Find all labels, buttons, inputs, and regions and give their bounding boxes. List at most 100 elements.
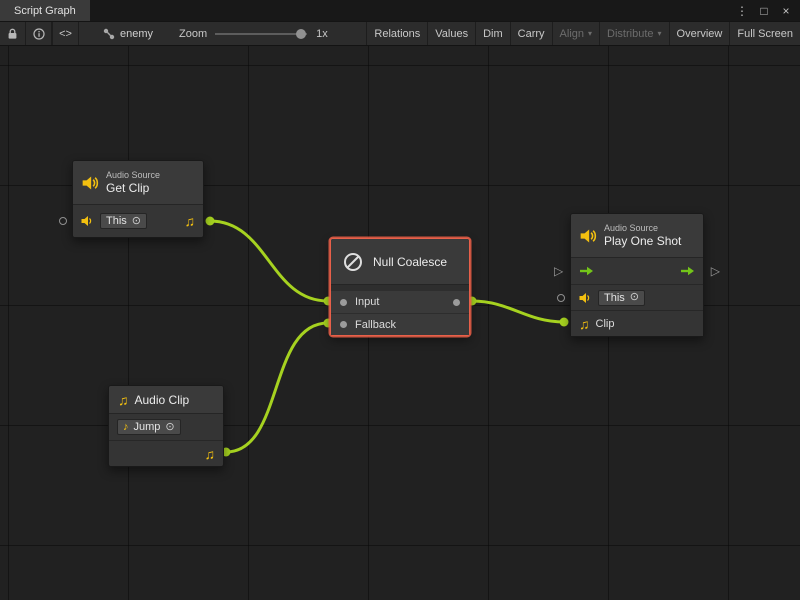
kebab-menu-icon[interactable]: ⋮ xyxy=(736,5,748,17)
toolbar-button-group: Relations Values Dim Carry Align ▾ Distr… xyxy=(366,22,800,45)
wire-endpoint xyxy=(560,318,569,327)
input-port-row: Input xyxy=(331,291,469,313)
distribute-label: Distribute xyxy=(607,28,653,40)
node-header: Audio Source Play One Shot xyxy=(571,214,703,258)
this-value: This xyxy=(604,292,625,304)
info-icon xyxy=(33,28,45,40)
graph-toolbar: <> enemy Zoom 1x Relations Values Dim Ca… xyxy=(0,21,800,46)
this-value: This xyxy=(106,215,127,227)
audio-source-icon xyxy=(580,228,597,244)
target-picker-icon[interactable]: ⊙ xyxy=(165,422,174,433)
audio-clip-icon: ♫ xyxy=(118,393,129,407)
relations-label: Relations xyxy=(374,28,420,40)
graph-breadcrumb[interactable]: enemy xyxy=(93,22,163,45)
clip-input-row: ♫ Clip xyxy=(571,310,703,336)
tab-script-graph[interactable]: Script Graph xyxy=(0,0,90,21)
zoom-value: 1x xyxy=(316,28,328,40)
node-header: ♫ Audio Clip xyxy=(109,386,223,414)
graph-canvas[interactable]: Audio Source Get Clip This ⊙ ♫ xyxy=(0,46,800,600)
play-target-row: This ⊙ xyxy=(571,284,703,310)
script-graph-asset-icon xyxy=(103,28,115,40)
port-result-output[interactable] xyxy=(453,299,460,306)
node-title: Get Clip xyxy=(106,181,160,195)
fullscreen-label: Full Screen xyxy=(737,28,793,40)
this-dropdown[interactable]: This ⊙ xyxy=(100,213,147,229)
get-clip-target-row: This ⊙ ♫ xyxy=(73,205,203,237)
wire-result-to-clip[interactable] xyxy=(472,301,564,322)
values-button[interactable]: Values xyxy=(427,22,475,45)
audio-clip-type-icon: ♫ xyxy=(205,447,216,461)
chevron-down-icon: ▾ xyxy=(658,29,662,38)
align-button[interactable]: Align ▾ xyxy=(552,22,599,45)
maximize-icon[interactable]: □ xyxy=(758,5,770,17)
port-fallback[interactable] xyxy=(340,321,347,328)
port-this-input[interactable] xyxy=(59,217,67,225)
target-picker-icon[interactable]: ⊙ xyxy=(630,292,639,303)
tab-bar: Script Graph ⋮ □ × xyxy=(0,0,800,21)
node-header: Audio Source Get Clip xyxy=(73,161,203,205)
relations-button[interactable]: Relations xyxy=(366,22,427,45)
node-group-label: Audio Source xyxy=(106,170,160,181)
flow-row: ▷ ▷ xyxy=(571,258,703,284)
clip-label: Clip xyxy=(596,318,615,330)
values-label: Values xyxy=(435,28,468,40)
audio-clip-object-field[interactable]: ♪ Jump ⊙ xyxy=(117,419,181,435)
node-get-clip[interactable]: Audio Source Get Clip This ⊙ ♫ xyxy=(72,160,204,238)
note-icon: ♪ xyxy=(123,422,129,433)
flow-out-arrow-icon xyxy=(680,266,695,276)
graph-name: enemy xyxy=(120,28,153,40)
audio-clip-type-icon: ♫ xyxy=(579,317,590,331)
lock-button[interactable] xyxy=(0,22,26,45)
carry-label: Carry xyxy=(518,28,545,40)
close-icon[interactable]: × xyxy=(780,5,792,17)
audio-clip-value: Jump xyxy=(134,421,161,433)
fallback-label: Fallback xyxy=(355,319,396,331)
node-play-one-shot[interactable]: Audio Source Play One Shot ▷ xyxy=(570,213,704,337)
chevron-down-icon: ▾ xyxy=(588,29,592,38)
dim-button[interactable]: Dim xyxy=(475,22,510,45)
node-null-coalesce[interactable]: Null Coalesce Input Fallback xyxy=(330,238,470,336)
carry-button[interactable]: Carry xyxy=(510,22,552,45)
node-audio-clip[interactable]: ♫ Audio Clip ♪ Jump ⊙ ♫ xyxy=(108,385,224,467)
overview-button[interactable]: Overview xyxy=(669,22,730,45)
wire-audioclip-to-fallback[interactable] xyxy=(226,323,328,452)
info-button[interactable] xyxy=(26,22,52,45)
flow-in-arrow-icon xyxy=(579,266,594,276)
zoom-slider-handle[interactable] xyxy=(296,29,306,39)
tab-label: Script Graph xyxy=(14,5,76,17)
audio-source-icon xyxy=(82,175,99,191)
audio-clip-output-row: ♫ xyxy=(109,440,223,466)
unity-script-graph-window: Script Graph ⋮ □ × xyxy=(0,0,800,600)
port-this-input[interactable] xyxy=(557,294,565,302)
node-header: Null Coalesce xyxy=(331,239,469,285)
overview-label: Overview xyxy=(677,28,723,40)
this-dropdown[interactable]: This ⊙ xyxy=(598,290,645,306)
target-picker-icon[interactable]: ⊙ xyxy=(132,216,141,227)
zoom-label: Zoom xyxy=(179,28,207,40)
distribute-button[interactable]: Distribute ▾ xyxy=(599,22,668,45)
node-group-label: Audio Source xyxy=(604,223,681,234)
null-coalesce-icon xyxy=(342,251,364,273)
node-title: Audio Clip xyxy=(135,393,190,407)
code-icon: <> xyxy=(59,28,72,40)
zoom-slider-track xyxy=(215,33,307,35)
dim-label: Dim xyxy=(483,28,503,40)
node-title: Null Coalesce xyxy=(373,255,447,269)
zoom-slider[interactable] xyxy=(215,28,307,40)
flow-in-triangle[interactable]: ▷ xyxy=(554,265,563,277)
lock-icon xyxy=(7,28,18,40)
wire-endpoint xyxy=(206,217,215,226)
port-input[interactable] xyxy=(340,299,347,306)
window-controls: ⋮ □ × xyxy=(736,0,800,21)
input-label: Input xyxy=(355,296,379,308)
fullscreen-button[interactable]: Full Screen xyxy=(729,22,800,45)
align-label: Align xyxy=(560,28,584,40)
audio-source-icon xyxy=(81,215,94,227)
audio-clip-type-icon: ♫ xyxy=(185,214,196,228)
audio-source-icon xyxy=(579,292,592,304)
audio-clip-value-row: ♪ Jump ⊙ xyxy=(109,414,223,440)
node-title: Play One Shot xyxy=(604,234,681,248)
wire-getclip-to-input[interactable] xyxy=(210,221,328,301)
flow-out-triangle[interactable]: ▷ xyxy=(711,265,720,277)
code-view-button[interactable]: <> xyxy=(53,22,79,45)
